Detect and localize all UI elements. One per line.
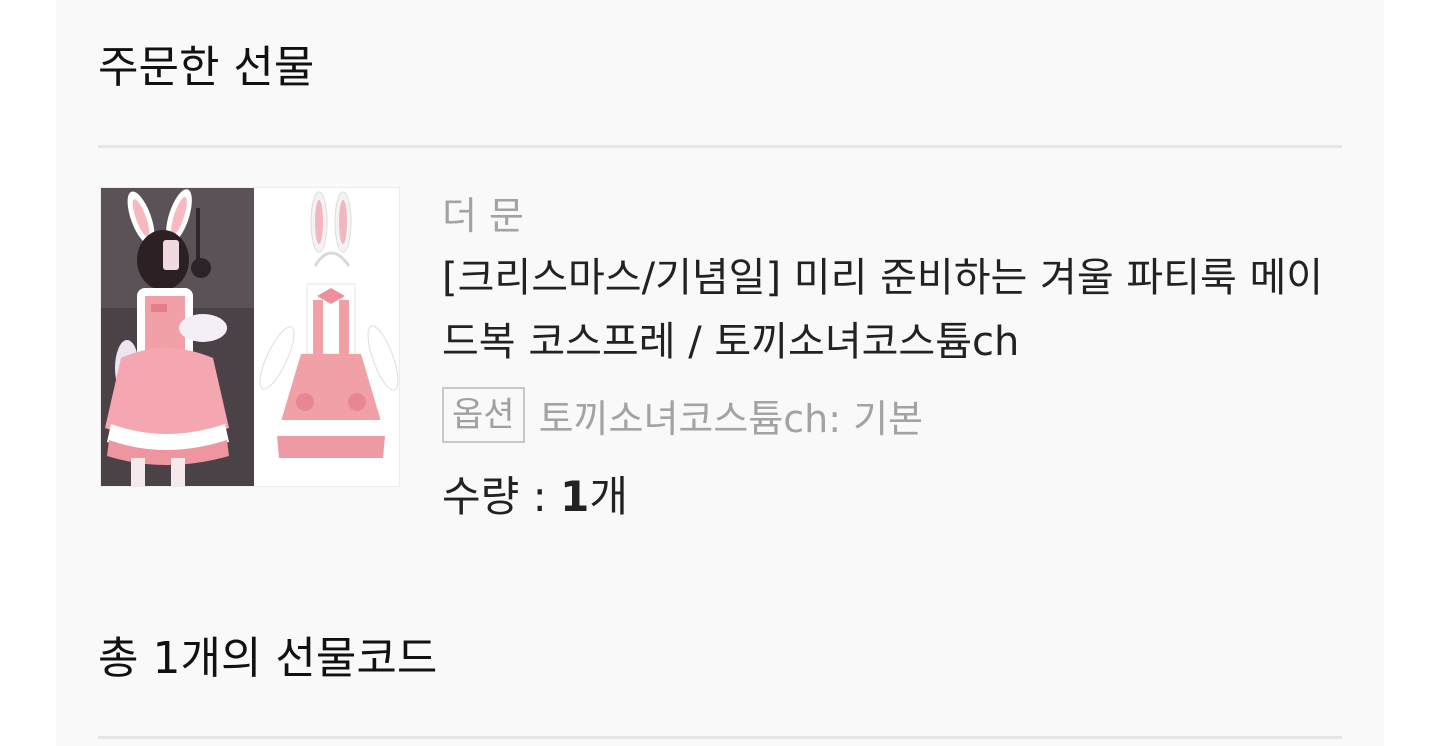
product-thumbnail[interactable] xyxy=(100,187,400,487)
quantity-row: 수량 : 1개 xyxy=(442,468,1342,526)
option-value: 토끼소녀코스튬ch: 기본 xyxy=(538,396,924,441)
quantity-label: 수량 : xyxy=(442,472,561,521)
quantity-value: 1 xyxy=(560,472,590,521)
product-name[interactable]: [크리스마스/기념일] 미리 준비하는 겨울 파티룩 메이드복 코스프레 / 토… xyxy=(442,246,1332,374)
product-image xyxy=(101,188,399,486)
quantity-unit: 개 xyxy=(589,472,629,521)
gift-order-page: 주문한 선물 더 문 [크리스마스/기념일] 미리 준비하는 겨울 파티룩 메이… xyxy=(56,0,1384,746)
gift-codes-title: 총 1개의 선물코드 xyxy=(98,633,438,684)
brand-name[interactable]: 더 문 xyxy=(442,190,1342,242)
option-badge: 옵션 xyxy=(442,387,525,443)
section-divider xyxy=(98,145,1342,148)
section-divider xyxy=(98,736,1342,739)
product-info: 더 문 [크리스마스/기념일] 미리 준비하는 겨울 파티룩 메이드복 코스프레… xyxy=(442,190,1342,526)
option-row: 옵션 토끼소녀코스튬ch: 기본 xyxy=(442,384,1342,446)
ordered-gifts-title: 주문한 선물 xyxy=(98,42,315,93)
